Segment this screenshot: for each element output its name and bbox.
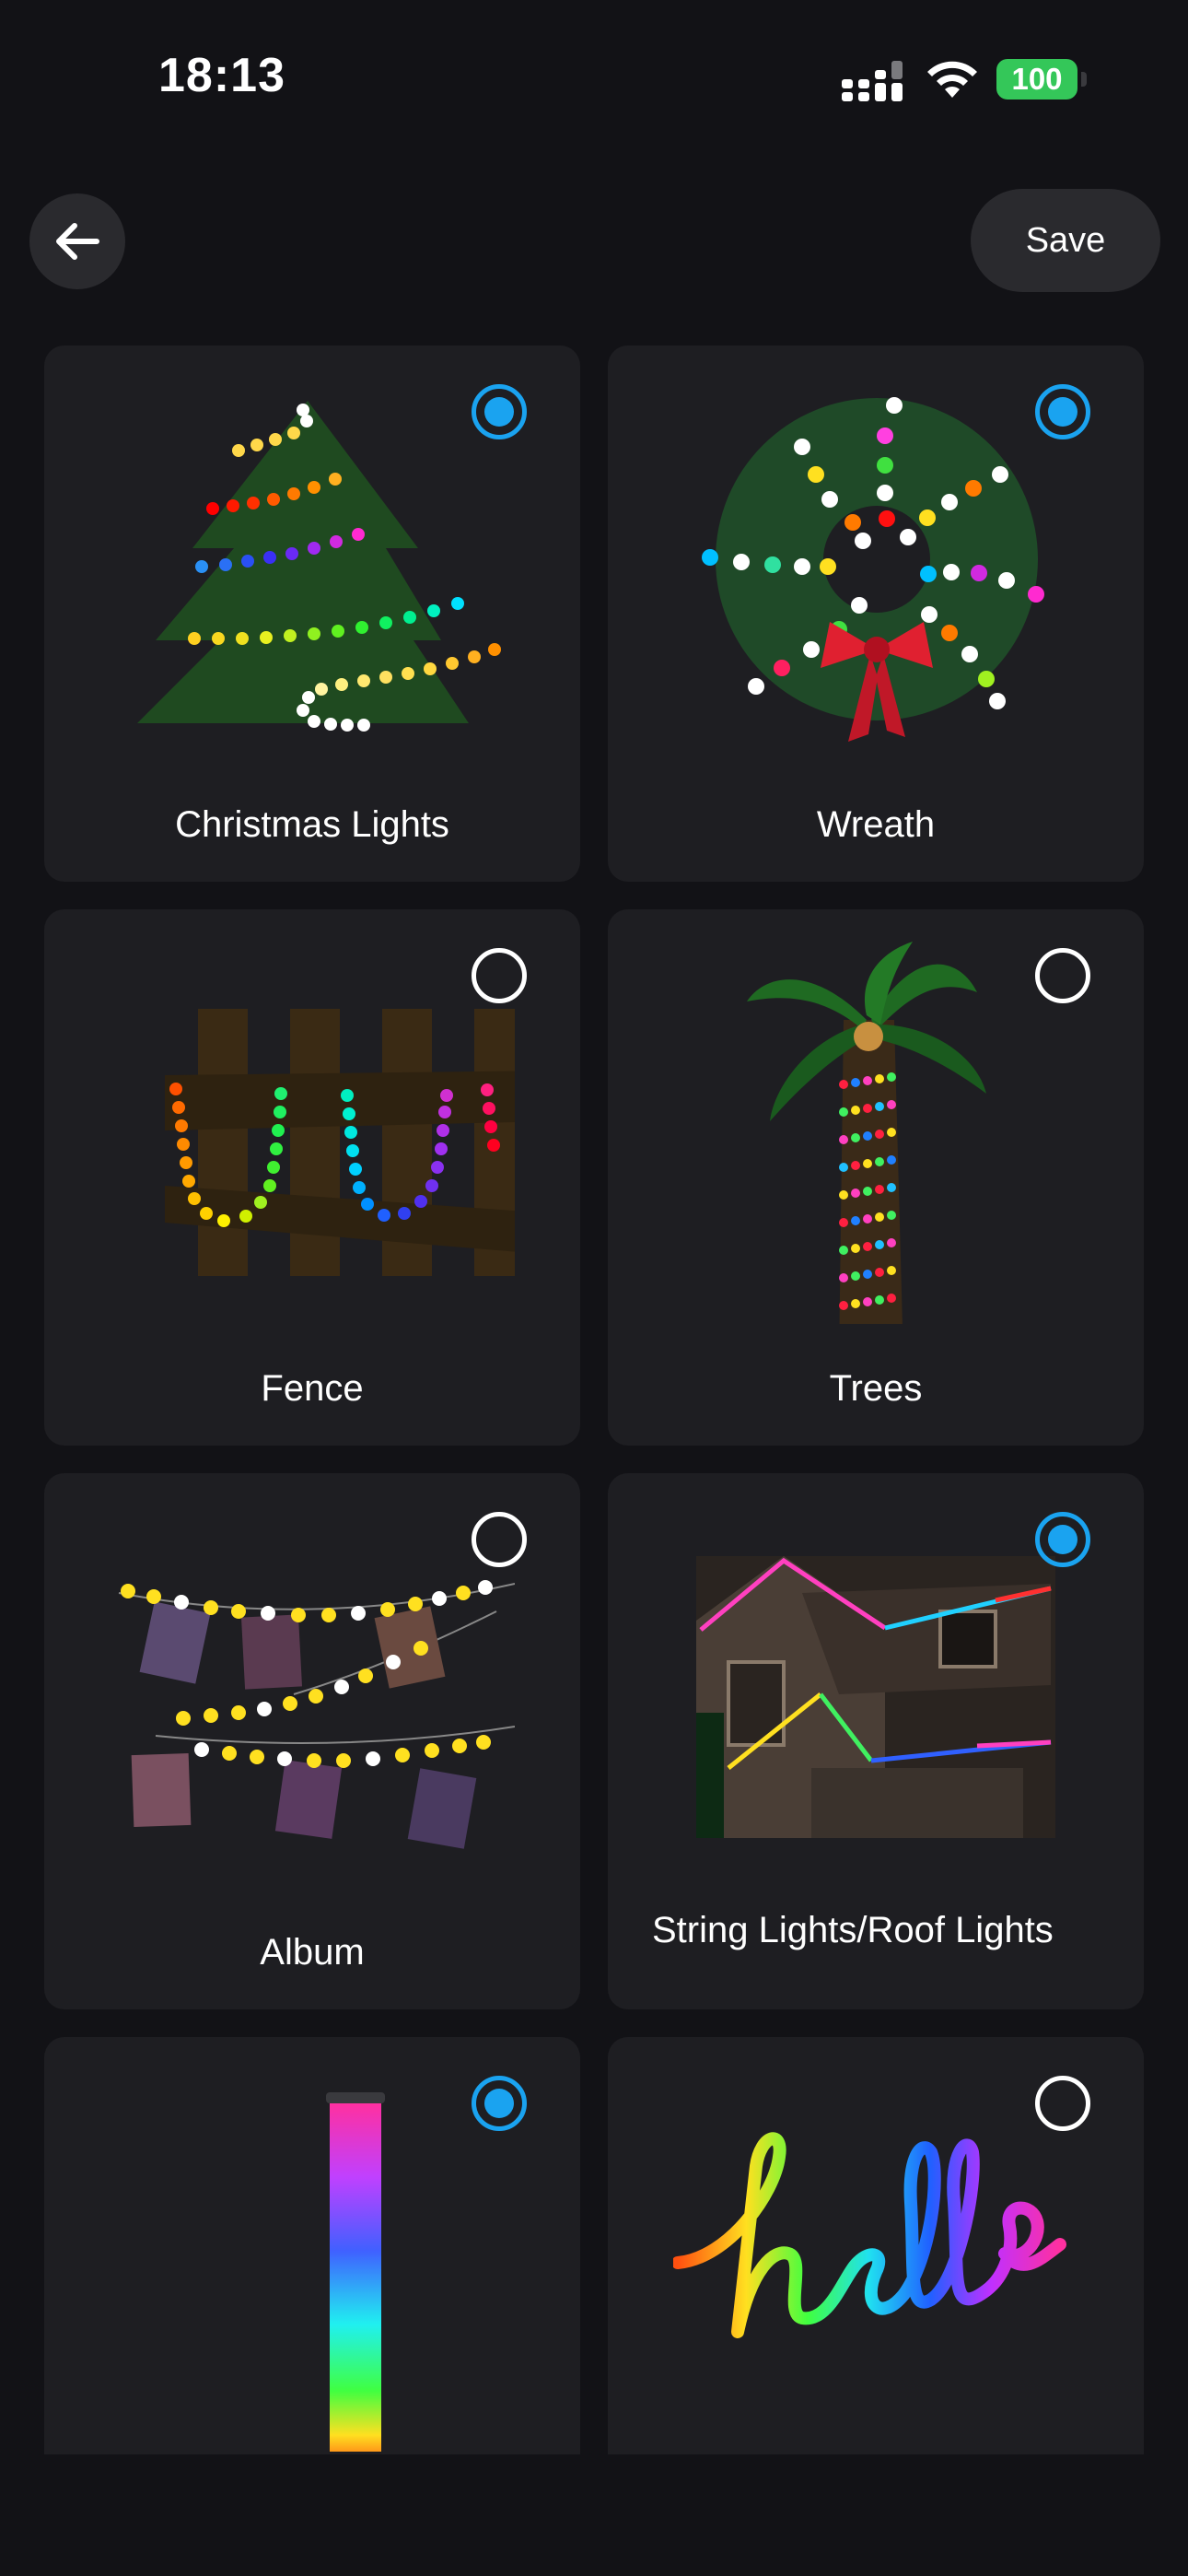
house-roof-lights-illustration (673, 1501, 1078, 1888)
scene-card-christmas-lights[interactable]: Christmas Lights (44, 345, 580, 882)
christmas-tree-illustration (110, 373, 515, 760)
arrow-left-icon (56, 223, 99, 260)
palm-tree-illustration (673, 937, 1078, 1324)
wifi-icon (927, 61, 977, 98)
bottom-fade (0, 2454, 1188, 2576)
photo-album-illustration (110, 1501, 515, 1888)
back-button[interactable] (29, 193, 125, 289)
scene-label: Album (260, 1932, 365, 1973)
scene-label: Trees (829, 1368, 923, 1409)
neon-hello-illustration (673, 2065, 1078, 2452)
scene-card-wreath[interactable]: Wreath (608, 345, 1144, 882)
scene-card-album[interactable]: Album (44, 1473, 580, 2009)
scene-card-trees[interactable]: Trees (608, 909, 1144, 1446)
scene-radio[interactable] (472, 948, 527, 1003)
scene-label: Christmas Lights (175, 804, 449, 845)
status-bar: 18:13 100 (0, 0, 1188, 157)
scene-label: Fence (261, 1368, 364, 1409)
scene-radio[interactable] (472, 1512, 527, 1567)
scene-label: Wreath (816, 804, 936, 845)
scene-radio[interactable] (1035, 1512, 1090, 1567)
wreath-illustration (673, 373, 1078, 760)
scene-card-fence[interactable]: Fence (44, 909, 580, 1446)
scene-radio[interactable] (1035, 384, 1090, 439)
battery-icon: 100 (996, 59, 1077, 100)
scene-radio[interactable] (472, 2076, 527, 2131)
battery-nub (1081, 72, 1087, 87)
fence-illustration (110, 937, 515, 1324)
scene-radio[interactable] (1035, 948, 1090, 1003)
scene-radio[interactable] (1035, 2076, 1090, 2131)
status-time: 18:13 (158, 49, 285, 102)
save-button[interactable]: Save (971, 189, 1160, 292)
scene-label: String Lights/Roof Lights (652, 1910, 1054, 1950)
scene-radio[interactable] (472, 384, 527, 439)
light-bar-illustration (110, 2065, 515, 2452)
scene-card-string-roof-lights[interactable]: String Lights/Roof Lights (608, 1473, 1144, 2009)
cellular-signal-icon (842, 61, 903, 101)
